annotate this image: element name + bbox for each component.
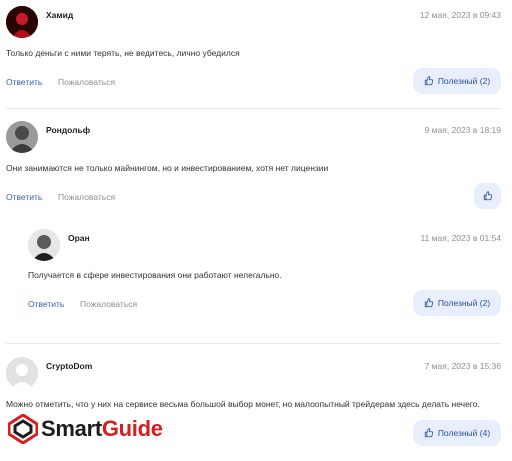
author-name: Оран xyxy=(68,233,90,243)
avatar[interactable] xyxy=(6,6,38,38)
logo-text-guide: Guide xyxy=(101,416,163,441)
useful-label: Полезный (4) xyxy=(437,428,491,438)
comment-date: 9 мая, 2023 в 18:19 xyxy=(424,125,501,135)
useful-button[interactable]: Полезный (2) xyxy=(413,290,501,316)
report-button[interactable]: Пожаловаться xyxy=(58,192,115,202)
comment-text: Можно отметить, что у них на сервисе вес… xyxy=(6,399,480,409)
useful-button[interactable]: Полезный (4) xyxy=(413,420,501,446)
logo-text-smart: Smart xyxy=(41,416,102,441)
thumbs-up-icon xyxy=(483,191,492,201)
author-name: Хамид xyxy=(46,10,74,20)
avatar[interactable] xyxy=(6,121,38,153)
divider xyxy=(6,343,502,344)
useful-button[interactable] xyxy=(474,183,501,209)
logo-mark-icon xyxy=(8,414,38,444)
thumbs-up-icon xyxy=(424,76,433,86)
useful-label: Полезный (2) xyxy=(437,76,491,86)
thumbs-up-icon xyxy=(424,428,433,438)
comment-text: Получается в сфере инвестирования они ра… xyxy=(28,270,282,280)
reply-button[interactable]: Ответить xyxy=(28,299,64,309)
avatar[interactable] xyxy=(28,229,60,261)
comment-text: Только деньги с ними терять, не ведитесь… xyxy=(6,48,240,58)
thumbs-up-icon xyxy=(424,298,433,308)
logo-text: SmartGuide xyxy=(41,416,163,442)
comment-date: 7 мая, 2023 в 15:36 xyxy=(424,361,501,371)
reply-button[interactable]: Ответить xyxy=(6,77,42,87)
reply-button[interactable]: Ответить xyxy=(6,192,42,202)
useful-button[interactable]: Полезный (2) xyxy=(413,68,501,94)
divider xyxy=(6,108,502,109)
author-name: CryptoDom xyxy=(46,361,93,371)
author-name: Рондольф xyxy=(46,125,91,135)
smartguide-logo: SmartGuide xyxy=(8,414,163,444)
comment-date: 11 мая, 2023 в 01:54 xyxy=(420,233,501,243)
avatar[interactable] xyxy=(6,357,38,389)
useful-label: Полезный (2) xyxy=(437,298,491,308)
comment-date: 12 мая, 2023 в 09:43 xyxy=(419,10,501,20)
comment-text: Они занимаются не только майнингом, но и… xyxy=(6,163,329,173)
report-button[interactable]: Пожаловаться xyxy=(58,77,115,87)
report-button[interactable]: Пожаловаться xyxy=(80,299,137,309)
